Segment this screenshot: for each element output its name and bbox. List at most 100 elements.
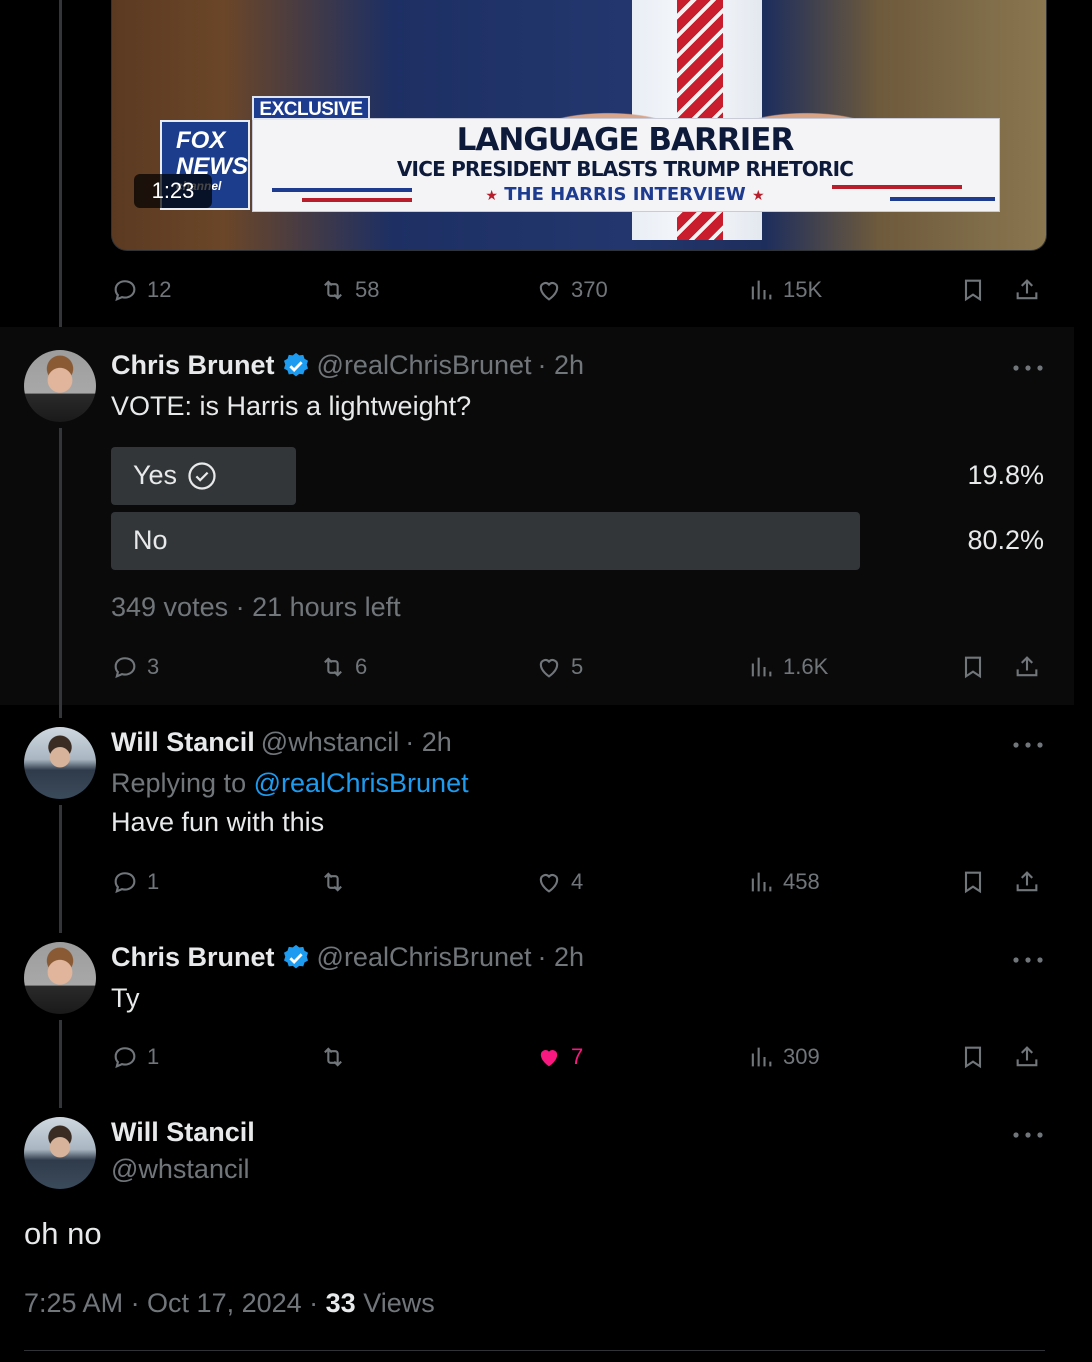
replying-to-link[interactable]: @realChrisBrunet bbox=[254, 768, 469, 798]
share-icon bbox=[1016, 871, 1038, 892]
tweet-time: · 2h bbox=[537, 350, 585, 380]
views-icon bbox=[751, 280, 772, 300]
video-headline: LANGUAGE BARRIER bbox=[456, 122, 795, 158]
views-icon bbox=[751, 657, 772, 677]
views-button[interactable]: 458 bbox=[747, 867, 820, 897]
bookmark-icon bbox=[964, 871, 982, 894]
views-label: Views bbox=[355, 1288, 435, 1318]
share-icon bbox=[1016, 1046, 1038, 1067]
more-options-icon[interactable] bbox=[1010, 363, 1046, 373]
views-count: 33 bbox=[325, 1288, 356, 1318]
video-tweet-actions: 12 58 370 15K bbox=[111, 275, 1045, 305]
star-icon: ★ bbox=[752, 188, 765, 204]
video-show-label: THE HARRIS INTERVIEW bbox=[504, 184, 746, 205]
bookmark-button[interactable] bbox=[959, 867, 987, 897]
avatar[interactable] bbox=[24, 727, 96, 799]
poll-option-yes[interactable]: Yes bbox=[133, 460, 217, 491]
lower-third-stripe bbox=[302, 198, 412, 202]
more-options-icon[interactable] bbox=[1010, 955, 1046, 965]
author-handle[interactable]: @whstancil bbox=[261, 727, 399, 758]
like-button-active[interactable]: 7 bbox=[535, 1042, 583, 1072]
replying-to: Replying to @realChrisBrunet bbox=[111, 768, 469, 798]
heart-icon bbox=[539, 282, 559, 301]
tweet-text: Have fun with this bbox=[111, 807, 325, 837]
poll-option-percent: 19.8% bbox=[967, 460, 1044, 490]
thread-line bbox=[59, 805, 62, 933]
reply-icon bbox=[114, 280, 136, 302]
repost-button[interactable] bbox=[319, 867, 355, 897]
verified-badge-icon bbox=[283, 352, 308, 376]
bookmark-button[interactable] bbox=[959, 652, 987, 682]
avatar[interactable] bbox=[24, 1117, 96, 1189]
reply-icon bbox=[114, 872, 136, 894]
views-button[interactable]: 15K bbox=[747, 275, 822, 305]
repost-button[interactable]: 58 bbox=[319, 275, 379, 305]
tweet-timestamp: 7:25 AM · Oct 17, 2024 · 33 Views bbox=[24, 1288, 435, 1319]
reply-button[interactable]: 1 bbox=[111, 1042, 159, 1072]
poll-option-label: No bbox=[133, 525, 168, 555]
verified-badge-icon bbox=[283, 944, 308, 968]
share-button[interactable] bbox=[1013, 275, 1041, 305]
more-options-icon[interactable] bbox=[1010, 1130, 1046, 1140]
avatar[interactable] bbox=[24, 942, 96, 1014]
like-button[interactable]: 5 bbox=[535, 652, 583, 682]
video-player[interactable]: EXCLUSIVE LANGUAGE BARRIER VICE PRESIDEN… bbox=[111, 0, 1047, 251]
heart-icon bbox=[539, 659, 559, 678]
heart-filled-icon bbox=[540, 1050, 558, 1067]
reply-button[interactable]: 1 bbox=[111, 867, 159, 897]
author-name[interactable]: Will Stancil bbox=[111, 727, 255, 758]
repost-button[interactable] bbox=[319, 1042, 355, 1072]
poll-option-percent: 80.2% bbox=[967, 525, 1044, 555]
author-handle[interactable]: @realChrisBrunet bbox=[317, 942, 532, 973]
bookmark-button[interactable] bbox=[959, 1042, 987, 1072]
poll-tweet-actions: 3 6 5 1.6K bbox=[111, 652, 1045, 682]
repost-icon bbox=[324, 1047, 342, 1067]
reply-button[interactable]: 3 bbox=[111, 652, 159, 682]
repost-button[interactable]: 6 bbox=[319, 652, 367, 682]
avatar[interactable] bbox=[24, 350, 96, 422]
share-button[interactable] bbox=[1013, 867, 1041, 897]
author-handle[interactable]: @realChrisBrunet bbox=[317, 350, 532, 381]
poll-option-label: Yes bbox=[133, 460, 178, 490]
author-name[interactable]: Chris Brunet bbox=[111, 350, 275, 381]
more-options-icon[interactable] bbox=[1010, 740, 1046, 750]
tweet-header: Will Stancil @whstancil · 2h bbox=[111, 727, 452, 758]
views-icon bbox=[751, 872, 772, 892]
bookmark-button[interactable] bbox=[959, 275, 987, 305]
like-button[interactable]: 370 bbox=[535, 275, 608, 305]
views-button[interactable]: 309 bbox=[747, 1042, 820, 1072]
lower-third-stripe bbox=[272, 188, 412, 192]
views-button[interactable]: 1.6K bbox=[747, 652, 828, 682]
author-handle[interactable]: @whstancil bbox=[111, 1154, 249, 1185]
author-name[interactable]: Will Stancil bbox=[111, 1117, 255, 1148]
star-icon: ★ bbox=[485, 188, 498, 204]
like-button[interactable]: 4 bbox=[535, 867, 583, 897]
reply-icon bbox=[114, 657, 136, 679]
thread-line bbox=[59, 428, 62, 718]
divider bbox=[24, 1350, 1045, 1351]
poll-option-no[interactable]: No bbox=[133, 525, 168, 556]
lower-third-stripe bbox=[890, 197, 995, 201]
share-icon bbox=[1016, 656, 1038, 677]
heart-icon bbox=[539, 874, 559, 893]
share-button[interactable] bbox=[1013, 1042, 1041, 1072]
views-icon bbox=[751, 1047, 772, 1067]
tweet-time: · 2h bbox=[405, 727, 452, 757]
tweet-text: VOTE: is Harris a lightweight? bbox=[111, 391, 472, 421]
tweet-header: Will Stancil bbox=[111, 1117, 255, 1148]
bookmark-icon bbox=[964, 1046, 982, 1069]
bookmark-icon bbox=[964, 656, 982, 679]
share-button[interactable] bbox=[1013, 652, 1041, 682]
share-icon bbox=[1016, 279, 1038, 300]
author-name[interactable]: Chris Brunet bbox=[111, 942, 275, 973]
main-tweet-text: oh no bbox=[24, 1216, 102, 1251]
tweet-header: Chris Brunet @realChrisBrunet · 2h bbox=[111, 942, 584, 973]
timestamp-label[interactable]: 7:25 AM · Oct 17, 2024 · bbox=[24, 1288, 326, 1318]
repost-icon bbox=[324, 872, 342, 892]
reply-button[interactable]: 12 bbox=[111, 275, 171, 305]
tweet-header: Chris Brunet @realChrisBrunet · 2h bbox=[111, 350, 584, 381]
exclusive-badge: EXCLUSIVE bbox=[252, 96, 370, 120]
poll-option-bar-no[interactable] bbox=[111, 512, 860, 570]
repost-icon bbox=[324, 280, 342, 300]
tweet-time: · 2h bbox=[537, 942, 585, 972]
